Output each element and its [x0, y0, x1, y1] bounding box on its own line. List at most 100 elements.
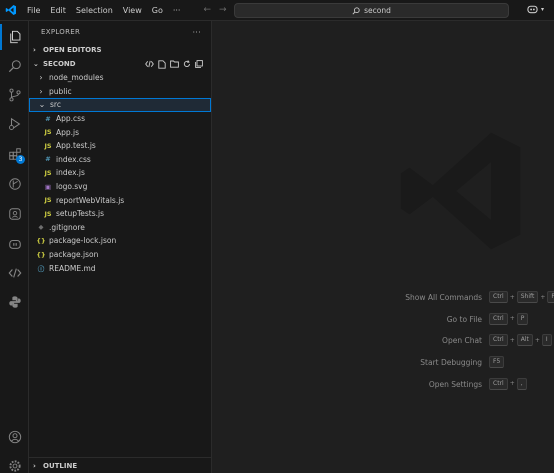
- key-separator: +: [509, 336, 515, 344]
- js-file-icon: JS: [44, 196, 52, 205]
- remote-explorer-icon[interactable]: [0, 201, 29, 227]
- copilot-chat-icon[interactable]: [0, 231, 29, 257]
- explorer-title: EXPLORER: [41, 28, 81, 36]
- extensions-badge: 3: [16, 155, 25, 164]
- tree-folder-public[interactable]: › public: [29, 85, 211, 99]
- menu-view[interactable]: View: [118, 0, 147, 21]
- chevron-right-icon: ›: [39, 73, 43, 83]
- chevron-right-icon: ›: [33, 46, 36, 54]
- tree-folder-node-modules[interactable]: › node_modules: [29, 71, 211, 85]
- git-file-icon: ◆: [38, 223, 44, 232]
- tree-file-logo-svg[interactable]: ▣ logo.svg: [29, 180, 211, 194]
- settings-gear-icon[interactable]: [0, 453, 29, 473]
- activity-bar: 3: [0, 21, 29, 473]
- refresh-icon[interactable]: [183, 60, 191, 68]
- tree-file--gitignore[interactable]: ◆ .gitignore: [29, 221, 211, 235]
- menu-more[interactable]: ···: [168, 0, 186, 21]
- chevron-right-icon: ›: [33, 461, 36, 470]
- shortcut-keys: F5: [489, 356, 505, 369]
- chevron-down-icon: ▾: [540, 5, 544, 13]
- js-file-icon: JS: [44, 128, 52, 137]
- tree-item-label: src: [50, 100, 61, 110]
- menu-file[interactable]: File: [22, 0, 45, 21]
- tree-file-app-css[interactable]: # App.css: [29, 112, 211, 126]
- tree-item-label: package-lock.json: [49, 236, 117, 246]
- tree-file-index-js[interactable]: JS index.js: [29, 166, 211, 180]
- new-folder-icon[interactable]: [170, 60, 179, 68]
- command-center-search[interactable]: second: [234, 3, 509, 18]
- explorer-icon[interactable]: [0, 24, 29, 50]
- more-actions-icon[interactable]: ···: [192, 28, 201, 37]
- key-separator: +: [509, 315, 515, 323]
- tree-folder-src[interactable]: ⌄ src: [29, 98, 211, 112]
- menu-edit[interactable]: Edit: [45, 0, 71, 21]
- shortcut-label: Go to File: [446, 314, 482, 324]
- tree-item-label: App.js: [56, 127, 80, 137]
- menu-bar: File Edit Selection View Go ···: [22, 0, 185, 21]
- tree-file-index-css[interactable]: # index.css: [29, 153, 211, 167]
- tree-item-label: .gitignore: [49, 222, 85, 232]
- account-icon[interactable]: [0, 424, 29, 450]
- tree-item-label: index.js: [56, 168, 85, 178]
- explorer-header: EXPLORER ···: [29, 21, 211, 43]
- explorer-sidebar: EXPLORER ··· › OPEN EDITORS ⌄ SECOND › no…: [29, 21, 212, 473]
- tree-file-package-lock-json[interactable]: {} package-lock.json: [29, 234, 211, 248]
- testing-icon[interactable]: [0, 171, 29, 197]
- file-tree: › node_modules › public ⌄ src # App.css JS App.js…: [29, 71, 211, 275]
- css-file-icon: #: [45, 114, 51, 123]
- keycap: Ctrl: [489, 334, 508, 347]
- tree-file-reportwebvitals-js[interactable]: JS reportWebVitals.js: [29, 193, 211, 207]
- shortcut-keys: Ctrl +,: [489, 377, 527, 390]
- extensions-icon[interactable]: 3: [0, 141, 29, 167]
- python-icon[interactable]: [0, 289, 29, 315]
- tree-file-package-json[interactable]: {} package.json: [29, 248, 211, 262]
- keycap: P: [516, 312, 529, 325]
- chevron-down-icon: ⌄: [38, 100, 46, 110]
- tree-item-label: package.json: [49, 250, 99, 260]
- shortcut-label: Start Debugging: [420, 358, 482, 368]
- tree-item-label: README.md: [49, 263, 96, 273]
- project-section[interactable]: ⌄ SECOND: [29, 57, 211, 71]
- js-file-icon: JS: [44, 168, 52, 177]
- menu-selection[interactable]: Selection: [71, 0, 118, 21]
- shortcut-label: Show All Commands: [405, 293, 482, 302]
- new-file-icon[interactable]: [158, 59, 166, 69]
- code-brackets-icon[interactable]: [0, 260, 29, 286]
- tree-item-label: reportWebVitals.js: [56, 195, 125, 205]
- project-name: SECOND: [43, 60, 76, 68]
- tree-item-label: logo.svg: [56, 182, 88, 192]
- source-control-icon[interactable]: [0, 82, 29, 108]
- tree-item-label: public: [49, 86, 72, 96]
- code-brackets-icon[interactable]: [145, 60, 154, 68]
- tree-file-app-js[interactable]: JS App.js: [29, 125, 211, 139]
- keycap: Ctrl: [489, 291, 508, 303]
- back-arrow-icon[interactable]: ←: [203, 5, 211, 15]
- shortcut-label: Open Settings: [428, 379, 482, 389]
- tree-item-label: App.test.js: [56, 141, 96, 151]
- shortcut-keys: Ctrl + Shift + P: [489, 291, 554, 303]
- explorer-toolbar: [145, 59, 203, 69]
- outline-section[interactable]: › OUTLINE: [29, 457, 212, 473]
- vscode-watermark-icon: [400, 132, 521, 250]
- keycap: Ctrl: [489, 377, 508, 390]
- chevron-down-icon: ⌄: [33, 60, 39, 68]
- collapse-all-icon[interactable]: [195, 60, 203, 68]
- tree-file-app-test-js[interactable]: JS App.test.js: [29, 139, 211, 153]
- menu-go[interactable]: Go: [147, 0, 168, 21]
- key-separator: +: [509, 293, 515, 301]
- outline-label: OUTLINE: [43, 461, 78, 470]
- keycap: P: [547, 291, 554, 303]
- forward-arrow-icon[interactable]: →: [219, 5, 227, 15]
- tree-item-label: index.css: [56, 154, 91, 164]
- copilot-menu[interactable]: ▾: [527, 4, 544, 14]
- run-debug-icon[interactable]: [0, 111, 29, 137]
- search-icon[interactable]: [0, 53, 29, 79]
- open-editors-section[interactable]: › OPEN EDITORS: [29, 43, 211, 57]
- tree-item-label: node_modules: [49, 73, 104, 83]
- editor-area: Show All Commands Ctrl + Shift + P Go to File C…: [212, 21, 554, 473]
- tree-file-setuptests-js[interactable]: JS setupTests.js: [29, 207, 211, 221]
- keycap: Ctrl: [489, 312, 508, 325]
- tree-file-readme-md[interactable]: ⓘ README.md: [29, 261, 211, 275]
- js-file-icon: JS: [44, 141, 52, 150]
- shortcut-keys: Ctrl + Alt + I: [489, 334, 552, 347]
